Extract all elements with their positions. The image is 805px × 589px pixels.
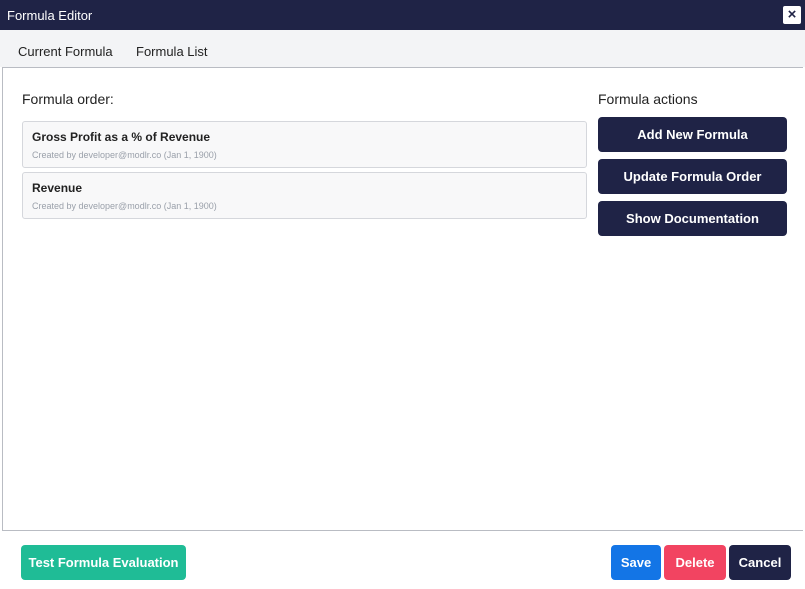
test-formula-evaluation-button[interactable]: Test Formula Evaluation: [21, 545, 186, 580]
tab-formula-list[interactable]: Formula List: [136, 44, 208, 59]
formula-list-item[interactable]: Gross Profit as a % of Revenue Created b…: [22, 121, 587, 168]
tab-bar: Current Formula Formula List: [0, 30, 805, 67]
formula-list-item[interactable]: Revenue Created by developer@modlr.co (J…: [22, 172, 587, 219]
delete-button[interactable]: Delete: [664, 545, 726, 580]
show-documentation-button[interactable]: Show Documentation: [598, 201, 787, 236]
tab-current-formula[interactable]: Current Formula: [18, 44, 113, 59]
formula-name: Gross Profit as a % of Revenue: [32, 130, 211, 144]
window-title: Formula Editor: [7, 8, 93, 23]
formula-name: Revenue: [32, 181, 83, 195]
formula-actions-heading: Formula actions: [598, 91, 698, 107]
formula-meta: Created by developer@modlr.co (Jan 1, 19…: [32, 150, 217, 160]
save-button[interactable]: Save: [611, 545, 661, 580]
update-formula-order-button[interactable]: Update Formula Order: [598, 159, 787, 194]
add-new-formula-button[interactable]: Add New Formula: [598, 117, 787, 152]
formula-order-heading: Formula order:: [22, 91, 114, 107]
title-bar: Formula Editor ×: [0, 0, 805, 30]
cancel-button[interactable]: Cancel: [729, 545, 791, 580]
formula-meta: Created by developer@modlr.co (Jan 1, 19…: [32, 201, 217, 211]
close-icon[interactable]: ×: [783, 6, 801, 24]
